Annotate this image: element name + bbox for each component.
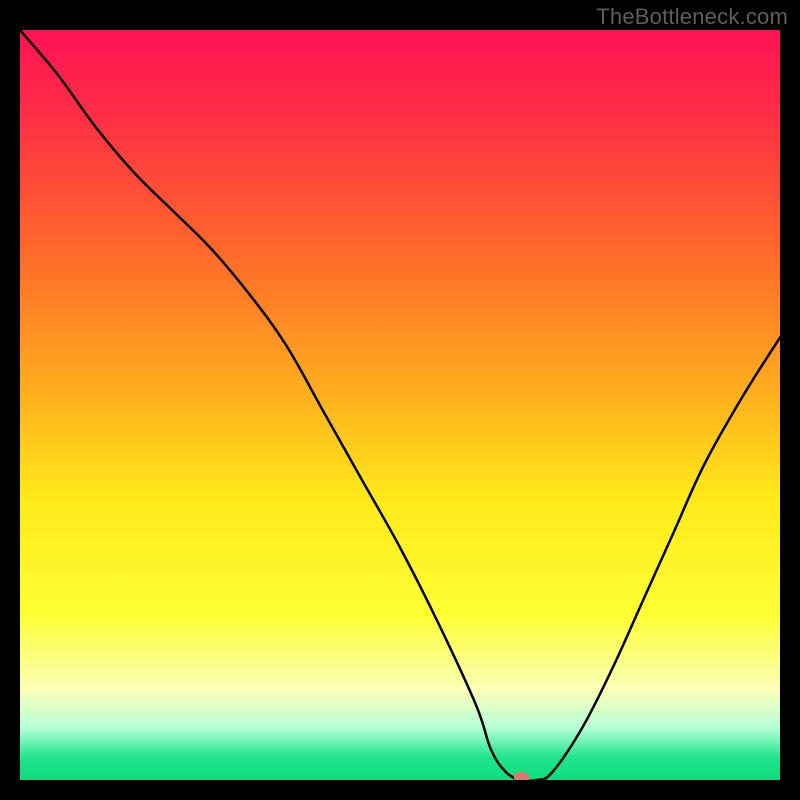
watermark-text: TheBottleneck.com (596, 4, 788, 30)
chart-svg (20, 30, 780, 780)
chart-background (20, 30, 780, 780)
chart-frame: TheBottleneck.com (0, 0, 800, 800)
bottleneck-chart (20, 30, 780, 780)
